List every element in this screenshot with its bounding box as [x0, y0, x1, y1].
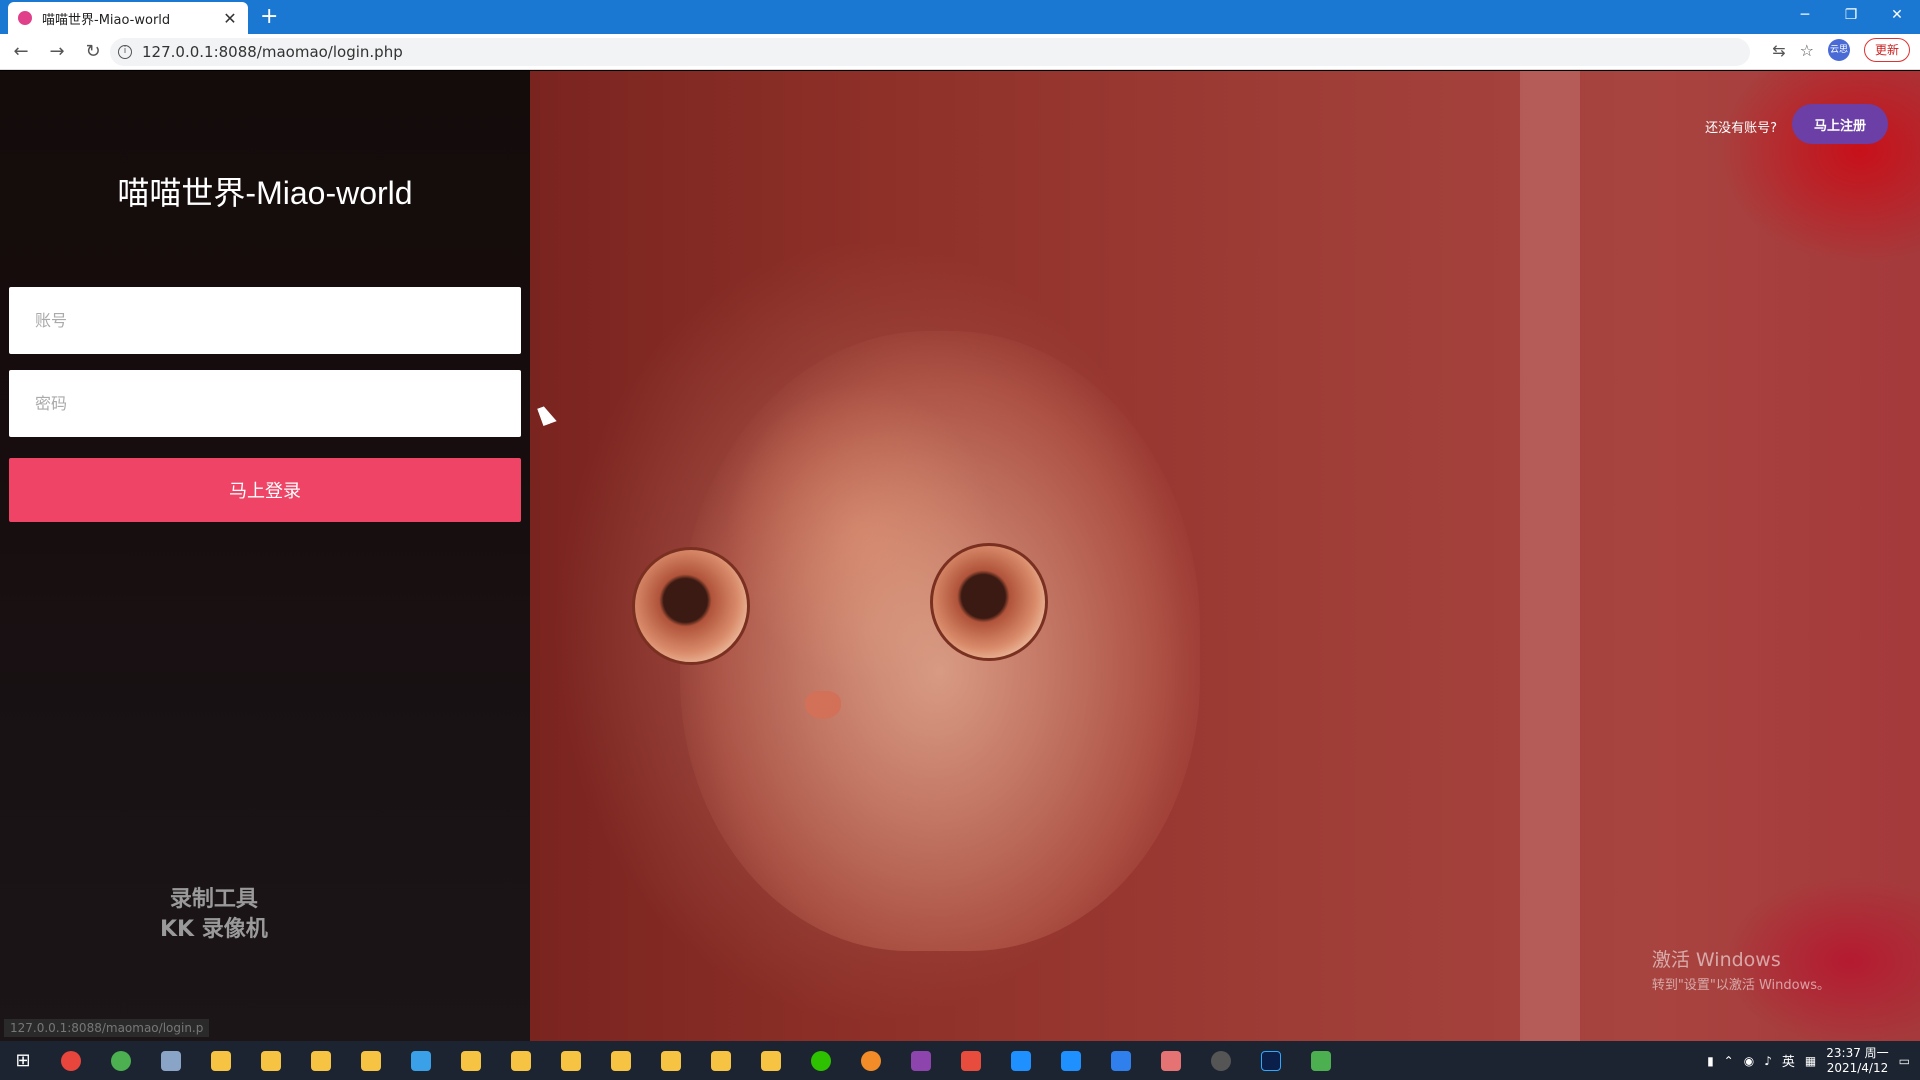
- window-controls: ─ ❐ ✕: [1782, 0, 1920, 30]
- system-tray: ▮ ⌃ ◉ ♪ 英 ▦ 23:37 周一 2021/4/12 ▭: [1707, 1041, 1920, 1080]
- app-red-icon[interactable]: [946, 1041, 996, 1080]
- reload-icon[interactable]: ↻: [78, 37, 108, 67]
- activate-subtitle: 转到"设置"以激活 Windows。: [1651, 978, 1830, 993]
- cat-eye-left: [632, 547, 750, 665]
- new-tab-button[interactable]: +: [260, 5, 278, 29]
- volume-icon[interactable]: ♪: [1764, 1054, 1772, 1068]
- app-orange-icon[interactable]: [846, 1041, 896, 1080]
- phpstorm-icon[interactable]: [896, 1041, 946, 1080]
- calculator-icon[interactable]: [146, 1041, 196, 1080]
- background-stripe: [1520, 71, 1580, 1041]
- recorder-watermark: 录制工具 KK 录像机: [160, 885, 268, 945]
- login-button[interactable]: 马上登录: [9, 458, 521, 522]
- activate-windows-notice: 激活 Windows 转到"设置"以激活 Windows。: [1652, 945, 1830, 993]
- app-green-icon[interactable]: [96, 1041, 146, 1080]
- folder-icon[interactable]: [346, 1041, 396, 1080]
- folder-icon[interactable]: [296, 1041, 346, 1080]
- url-text[interactable]: 127.0.0.1:8088/maomao/login.php: [142, 43, 403, 61]
- folder-icon[interactable]: [546, 1041, 596, 1080]
- wechat-icon[interactable]: [796, 1041, 846, 1080]
- update-button[interactable]: 更新: [1863, 38, 1910, 62]
- browser-tab-bar: 喵喵世界-Miao-world ✕ + ─ ❐ ✕: [0, 0, 1920, 34]
- clock-date: 2021/4/12: [1826, 1060, 1889, 1075]
- folder-icon[interactable]: [446, 1041, 496, 1080]
- app-chart-icon[interactable]: [1296, 1041, 1346, 1080]
- input-language[interactable]: 英: [1782, 1051, 1795, 1070]
- username-input[interactable]: [9, 287, 521, 354]
- folder-icon[interactable]: [246, 1041, 296, 1080]
- network-icon[interactable]: ◉: [1744, 1054, 1754, 1068]
- browser-tab[interactable]: 喵喵世界-Miao-world ✕: [8, 2, 248, 34]
- chevron-up-icon[interactable]: ⌃: [1724, 1054, 1734, 1068]
- battery-icon[interactable]: ▮: [1707, 1054, 1714, 1068]
- signup-button[interactable]: 马上注册: [1792, 104, 1888, 144]
- profile-avatar[interactable]: 云思: [1827, 39, 1850, 61]
- translate-icon[interactable]: ⇆: [1772, 41, 1785, 60]
- cat-eye-right: [930, 543, 1048, 661]
- app-blue-icon[interactable]: [1046, 1041, 1096, 1080]
- address-bar: ← → ↻ i 127.0.0.1:8088/maomao/login.php …: [0, 34, 1920, 70]
- url-field[interactable]: i 127.0.0.1:8088/maomao/login.php: [110, 38, 1750, 66]
- watermark-line1: 录制工具: [169, 887, 258, 912]
- folder-icon[interactable]: [746, 1041, 796, 1080]
- taskbar: ⊞ ▮ ⌃ ◉ ♪ 英 ▦ 23:37 周一 2021/4/12 ▭: [0, 1041, 1920, 1080]
- folder-icon[interactable]: [596, 1041, 646, 1080]
- folder-icon[interactable]: [646, 1041, 696, 1080]
- info-icon[interactable]: i: [118, 45, 132, 59]
- site-title: 喵喵世界-Miao-world: [117, 175, 413, 211]
- back-icon[interactable]: ←: [6, 37, 36, 67]
- clock[interactable]: 23:37 周一 2021/4/12: [1826, 1046, 1888, 1076]
- tab-title: 喵喵世界-Miao-world: [42, 12, 171, 28]
- address-bar-actions: ⇆ ☆ 云思 更新: [1772, 38, 1910, 62]
- status-bar-url: 127.0.0.1:8088/maomao/login.p: [4, 1019, 210, 1037]
- clock-time: 23:37 周一: [1826, 1045, 1889, 1060]
- cat-background-image: 还没有账号? 马上注册 激活 Windows 转到"设置"以激活 Windows…: [530, 71, 1920, 1041]
- signup-prompt: 还没有账号?: [1705, 121, 1777, 136]
- windows-start-icon[interactable]: ⊞: [0, 1041, 46, 1080]
- forward-icon[interactable]: →: [42, 37, 72, 67]
- notification-icon[interactable]: ▭: [1899, 1054, 1910, 1068]
- watermark-line2: KK 录像机: [160, 917, 268, 942]
- password-input[interactable]: [9, 370, 521, 437]
- recorder-icon[interactable]: [1196, 1041, 1246, 1080]
- photoshop-icon[interactable]: [1246, 1041, 1296, 1080]
- login-panel: 喵喵世界-Miao-world 马上登录 录制工具 KK 录像机 127.0.0…: [0, 71, 530, 1041]
- folder-icon[interactable]: [496, 1041, 546, 1080]
- app-blue-icon[interactable]: [396, 1041, 446, 1080]
- folder-icon[interactable]: [696, 1041, 746, 1080]
- chrome-icon[interactable]: [46, 1041, 96, 1080]
- vscode-icon[interactable]: [1096, 1041, 1146, 1080]
- favicon-icon: [18, 11, 32, 25]
- activate-title: 激活 Windows: [1651, 949, 1781, 971]
- cat-head: [680, 331, 1200, 951]
- restore-button[interactable]: ❐: [1828, 0, 1874, 30]
- bookmark-star-icon[interactable]: ☆: [1800, 41, 1814, 60]
- folder-icon[interactable]: [196, 1041, 246, 1080]
- page-content: 喵喵世界-Miao-world 马上登录 录制工具 KK 录像机 127.0.0…: [0, 71, 1920, 1041]
- app-pencil-icon[interactable]: [1146, 1041, 1196, 1080]
- keyboard-icon[interactable]: ▦: [1805, 1054, 1816, 1068]
- close-window-button[interactable]: ✕: [1874, 0, 1920, 30]
- app-blue-icon[interactable]: [996, 1041, 1046, 1080]
- tab-close-icon[interactable]: ✕: [222, 9, 238, 28]
- minimize-button[interactable]: ─: [1782, 0, 1828, 30]
- cat-nose: [805, 691, 841, 719]
